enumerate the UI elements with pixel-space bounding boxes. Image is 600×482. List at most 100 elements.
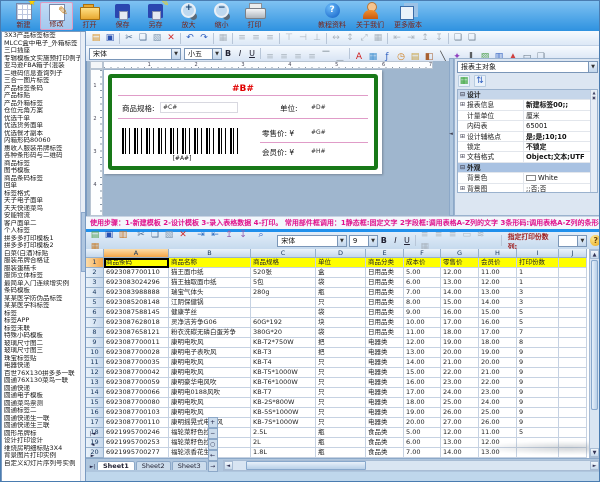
template-list-item[interactable]: 圆通标签二 <box>2 407 85 415</box>
column-header-G[interactable]: G <box>441 249 479 258</box>
table-underline-button[interactable]: U <box>401 235 413 247</box>
about-button[interactable]: 关于我们 <box>351 2 389 30</box>
row-up-icon[interactable]: ↥ <box>223 229 235 241</box>
cell[interactable]: 6.00 <box>404 278 441 288</box>
collapse-icon[interactable]: ⊟ <box>458 163 467 172</box>
cell[interactable]: 1 <box>517 268 559 278</box>
cell[interactable]: KB-T3 <box>251 348 316 358</box>
cell[interactable]: 5包 <box>251 278 316 288</box>
template-list-item[interactable]: 圆通快递生一联 <box>2 415 85 423</box>
cell[interactable] <box>559 418 587 428</box>
cell[interactable]: 9 <box>517 358 559 368</box>
column-header-I[interactable]: I <box>517 249 559 258</box>
cell[interactable]: 只 <box>316 298 366 308</box>
cell[interactable]: 21.00 <box>479 368 517 378</box>
cell[interactable]: 康明豪华电风吹 <box>169 378 251 388</box>
paste-icon[interactable]: ▧ <box>163 229 175 241</box>
undo-icon[interactable]: ↶ <box>184 32 196 44</box>
template-list-item[interactable]: 产品标贴 <box>2 92 85 100</box>
cell[interactable]: 6.00 <box>404 438 441 448</box>
sheet-tab-sheet1[interactable]: Sheet1 <box>97 461 135 470</box>
help-icon[interactable]: ? <box>590 235 600 246</box>
vertical-scrollbar-thumb[interactable] <box>591 260 598 410</box>
property-value[interactable]: Object;文本;UTF <box>523 152 597 161</box>
scroll-up-icon[interactable]: ▲ <box>590 250 599 259</box>
scroll-right-icon[interactable]: ► <box>590 461 599 470</box>
template-list-item[interactable]: 拼多多打印模板1 <box>2 235 85 243</box>
template-list-item[interactable]: 优选货务面单 <box>2 122 85 130</box>
cell[interactable]: 12.00 <box>404 338 441 348</box>
cell[interactable]: 5 <box>517 308 559 318</box>
cell[interactable]: 6923087658121 <box>104 328 169 338</box>
cell[interactable]: 12.00 <box>441 428 479 438</box>
tab-nav-icon[interactable]: |◄ <box>88 428 97 439</box>
cell[interactable]: 6923087700035 <box>104 358 169 368</box>
cell[interactable]: 3 <box>517 298 559 308</box>
cell[interactable]: 23.00 <box>479 388 517 398</box>
copies-column-select[interactable]: ▼ <box>558 235 587 247</box>
column-header-D[interactable]: D <box>316 249 366 258</box>
row-number[interactable]: 13 <box>86 378 104 388</box>
cell[interactable]: 13.00 <box>441 278 479 288</box>
cell[interactable]: KB-T2*750W <box>251 338 316 348</box>
cell[interactable]: 日用品类 <box>366 318 404 328</box>
cell[interactable]: 只 <box>316 408 366 418</box>
template-list-item[interactable]: 自定义幻灯片序列号实例 <box>2 460 85 468</box>
template-list-item[interactable]: 优选餐才副本 <box>2 130 85 138</box>
property-value[interactable]: 新建标签00;; <box>523 100 597 109</box>
template-list-item[interactable]: 标签 <box>2 310 85 318</box>
column-header-H[interactable]: H <box>479 249 517 258</box>
template-list-item[interactable]: 三口插座 <box>2 47 85 55</box>
template-list-item[interactable]: 标签未联 <box>2 325 85 333</box>
cell[interactable] <box>251 298 316 308</box>
cell[interactable]: 11.00 <box>479 268 517 278</box>
cell[interactable]: 8 <box>517 338 559 348</box>
cell[interactable]: 康明电子表吹风 <box>169 348 251 358</box>
cell[interactable]: 13.00 <box>479 288 517 298</box>
cell[interactable]: 6923087700042 <box>104 368 169 378</box>
cell[interactable]: 电器类 <box>366 368 404 378</box>
cell[interactable]: 粉衣洗碳无磷白蛋芳争 <box>169 328 251 338</box>
row-number[interactable]: 5 <box>86 298 104 308</box>
cell[interactable]: KB-T5*1000W <box>251 368 316 378</box>
template-list-item[interactable]: 背景图片打印实例 <box>2 452 85 460</box>
cell[interactable]: 打印份数 <box>517 258 559 268</box>
cell[interactable]: 15.00 <box>441 298 479 308</box>
cell[interactable]: 13.00 <box>441 438 479 448</box>
categorized-icon[interactable]: ▦ <box>458 75 470 87</box>
template-list-item[interactable]: 二维码信息查询列子 <box>2 70 85 78</box>
copy-icon[interactable]: ❏ <box>137 32 149 44</box>
cell[interactable]: 瓶 <box>316 438 366 448</box>
cell[interactable]: 电器类 <box>366 348 404 358</box>
tab-nav-icon[interactable]: ► <box>88 450 97 461</box>
cell[interactable]: 18.00 <box>404 398 441 408</box>
scroll-down-icon[interactable]: ▼ <box>590 448 599 457</box>
cell[interactable]: 盒 <box>316 268 366 278</box>
cell[interactable]: 10.00 <box>404 318 441 328</box>
cell[interactable]: 零售价 <box>441 258 479 268</box>
cell[interactable]: 袋 <box>316 328 366 338</box>
template-list-item[interactable]: 特殊小码模板 <box>2 332 85 340</box>
template-list-item[interactable]: 产品外箱标签 <box>2 100 85 108</box>
saveas-button[interactable]: ✎另存 <box>139 2 172 30</box>
template-list-item[interactable]: 各种条形码与二维码 <box>2 152 85 160</box>
template-list-item[interactable]: 服装吊牌合格证 <box>2 257 85 265</box>
cell[interactable]: 24.00 <box>479 398 517 408</box>
cell[interactable]: 2L <box>251 438 316 448</box>
cell[interactable]: KB-7S*1000W <box>251 418 316 428</box>
horizontal-scrollbar-thumb[interactable] <box>246 461 366 470</box>
cell[interactable]: 6923083024296 <box>104 278 169 288</box>
row-number[interactable]: 1 <box>86 258 104 268</box>
group-icon[interactable]: ❑ <box>452 32 464 44</box>
cell[interactable]: 15.00 <box>479 308 517 318</box>
cell[interactable]: 猫王抽取面巾纸 <box>169 278 251 288</box>
cell[interactable]: KB-5S*1000W <box>251 408 316 418</box>
row-number[interactable]: 14 <box>86 388 104 398</box>
row-number[interactable]: 16 <box>86 408 104 418</box>
cell[interactable]: 瑞宝气体头 <box>169 288 251 298</box>
zout-button[interactable]: 缩小 <box>205 2 238 30</box>
cell[interactable]: 22.00 <box>479 378 517 388</box>
cell[interactable]: 6923087700080 <box>104 398 169 408</box>
cell[interactable]: 6923087700110 <box>104 418 169 428</box>
cell[interactable]: 14.00 <box>479 298 517 308</box>
